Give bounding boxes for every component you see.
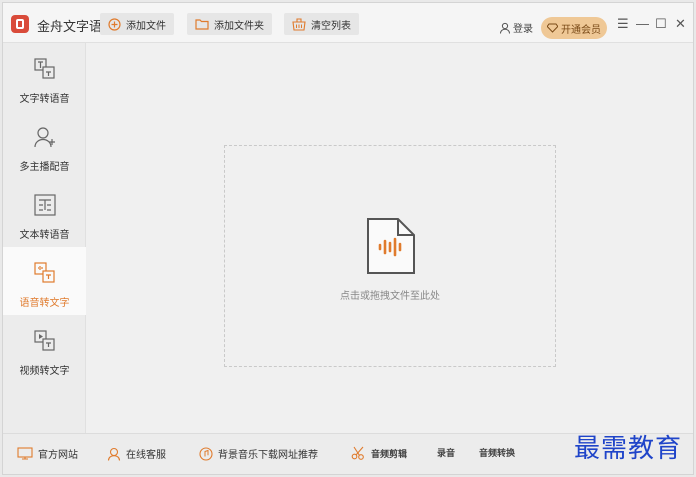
audio-file-icon: [367, 218, 415, 274]
online-support-link[interactable]: 在线客服: [107, 446, 166, 461]
audio-convert-link[interactable]: 音频转换: [479, 446, 515, 459]
sidebar-item-text-to-speech[interactable]: 文字转语音: [3, 43, 86, 111]
music-download-link[interactable]: 背景音乐下载网址推荐: [199, 446, 318, 461]
official-website-link[interactable]: 官方网站: [17, 446, 78, 461]
headset-user-icon: [107, 447, 121, 461]
speech-to-text-icon: [33, 262, 55, 283]
record-link[interactable]: 录音: [437, 446, 455, 459]
monitor-icon: [17, 447, 33, 460]
video-to-text-icon: [33, 330, 55, 351]
sidebar-item-multi-anchor[interactable]: 多主播配音: [3, 111, 86, 179]
music-download-label: 背景音乐下载网址推荐: [218, 450, 318, 461]
sidebar-item-label: 文字转语音: [19, 94, 70, 105]
file-drop-zone[interactable]: 点击或拖拽文件至此处: [224, 145, 556, 367]
user-icon: [500, 22, 510, 34]
menu-icon[interactable]: ☰: [617, 17, 629, 31]
maximize-icon[interactable]: ☐: [655, 17, 667, 31]
document-to-speech-icon: [33, 194, 56, 216]
sidebar-item-label: 多主播配音: [19, 162, 70, 173]
online-support-label: 在线客服: [126, 450, 166, 461]
text-to-speech-icon: [33, 58, 55, 79]
official-website-label: 官方网站: [38, 450, 78, 461]
add-file-button[interactable]: 添加文件: [100, 13, 174, 35]
add-file-label: 添加文件: [126, 20, 166, 32]
folder-icon: [195, 19, 209, 30]
clear-list-button[interactable]: 清空列表: [284, 13, 359, 35]
audio-cut-label: 音频剪辑: [371, 448, 408, 459]
app-window: 金舟文字语音转换软件 登录 开通会员 ☰ — ☐ ✕ 文字转语音 多主播配音 文…: [2, 2, 694, 475]
sidebar-item-document-to-speech[interactable]: 文本转语音: [3, 179, 86, 247]
sidebar-item-label: 语音转文字: [19, 298, 70, 309]
vip-label: 开通会员: [561, 24, 601, 36]
diamond-icon: [547, 23, 558, 33]
vip-button[interactable]: 开通会员: [541, 17, 607, 39]
clear-basket-icon: [292, 17, 306, 31]
multi-anchor-icon: [33, 127, 55, 148]
close-icon[interactable]: ✕: [675, 17, 686, 31]
minimize-icon[interactable]: —: [636, 17, 649, 31]
sidebar-item-label: 视频转文字: [19, 366, 70, 377]
login-label: 登录: [513, 24, 533, 35]
clear-list-label: 清空列表: [311, 20, 351, 32]
app-logo-icon: [11, 15, 29, 33]
sidebar-item-speech-to-text[interactable]: 语音转文字: [3, 247, 86, 315]
watermark-text: 最需教育: [574, 434, 683, 464]
plus-circle-icon: [108, 17, 121, 31]
add-folder-label: 添加文件夹: [214, 20, 264, 32]
record-label: 录音: [437, 448, 456, 458]
login-button[interactable]: 登录: [499, 20, 533, 35]
music-disc-icon: [199, 446, 213, 461]
sidebar-item-label: 文本转语音: [19, 230, 70, 241]
audio-cut-link[interactable]: 音频剪辑: [351, 446, 407, 460]
audio-convert-label: 音频转换: [479, 448, 516, 458]
drop-hint-text: 点击或拖拽文件至此处: [340, 291, 440, 302]
sidebar: 文字转语音 多主播配音 文本转语音 语音转文字 视频转文字: [3, 43, 86, 433]
sidebar-item-video-to-text[interactable]: 视频转文字: [3, 315, 86, 383]
add-folder-button[interactable]: 添加文件夹: [187, 13, 272, 35]
scissors-icon: [351, 446, 364, 460]
